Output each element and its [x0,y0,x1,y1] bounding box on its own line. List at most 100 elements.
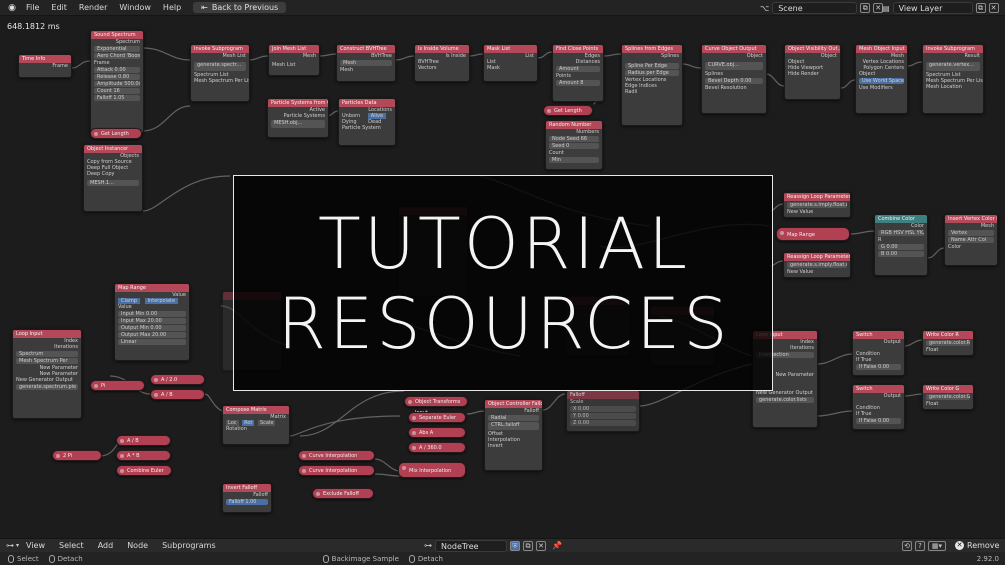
mesh-object-input-node[interactable]: Mesh Object Input Mesh Vertex Locations … [855,44,908,114]
bvhtree-source-dropdown[interactable]: Mesh [340,60,392,66]
attribute-name-field[interactable]: Name Attr Col [948,237,994,243]
menu-select[interactable]: Select [52,541,91,550]
back-to-previous-button[interactable]: ⇤ Back to Previous [193,2,287,13]
scale-toggle[interactable]: Scale [257,420,276,426]
invert-falloff-field[interactable]: Falloff 1.00 [226,499,268,505]
pin-icon[interactable]: 📌 [552,541,562,550]
release-field[interactable]: Release 0.80 [94,74,140,80]
abs-node[interactable]: Abs A [408,427,466,438]
exclude-falloff-node[interactable]: Exclude Falloff [312,488,374,499]
falloff-vector-node[interactable]: Falloff Scale X 0.00 Y 0.00 Z 0.00 [566,390,640,432]
deep-copy-checkbox[interactable]: Deep Copy [84,171,142,177]
output-min-field[interactable]: Output Min 0.00 [118,325,186,331]
falloff-z-field[interactable]: Z 0.00 [570,420,636,426]
map-range-collapsed-node[interactable]: Map Range [776,227,850,241]
interpolation-dropdown[interactable]: Linear [118,339,186,345]
loop-mesh-spectrum-field[interactable]: Mesh Spectrum Per [16,358,78,364]
use-world-space-checkbox[interactable]: Use World Space [859,78,904,84]
subprogram-selector-1[interactable]: generate.spectr... [194,62,246,71]
object-controller-falloff-node[interactable]: Object Controller Falloff Falloff Radial… [484,399,543,471]
object-visibility-node[interactable]: Object Visibility Out... Object Object H… [784,44,841,100]
menu-window[interactable]: Window [113,3,157,12]
get-length-node-2[interactable]: Get Length [543,105,593,116]
splines-from-edges-node[interactable]: Splines from Edges Splines Spline Per Ed… [621,44,683,126]
construct-bvhtree-node[interactable]: Construct BVHTree BVHTree Mesh Mesh [336,44,396,82]
falloff-type-dropdown[interactable]: Radial [488,415,539,421]
menu-edit[interactable]: Edit [45,3,73,12]
switch2-if-false-field[interactable]: If False 0.00 [856,418,901,424]
attack-field[interactable]: Attack 0.00 [94,67,140,73]
menu-view[interactable]: View [19,541,52,550]
write-color-r-node[interactable]: Write Color R generate.color.R Float [922,330,974,356]
multiply-b-node[interactable]: A * B [116,450,171,461]
menu-render[interactable]: Render [73,3,113,12]
insert-vertex-color-node[interactable]: Insert Vertex Color L... Mesh Vertex Nam… [944,214,998,266]
fake-user-shield-icon[interactable]: ⛨ [510,540,520,551]
reassign-loop-parameter-node-2[interactable]: Reassign Loop Parameter generate.s.imply… [783,252,851,278]
falloff-x-field[interactable]: X 0.00 [570,406,636,412]
duplicate-tree-icon[interactable]: ⧉ [523,540,533,551]
write-color-r-field[interactable]: generate.color.R [926,340,970,346]
node-tree-name-field[interactable]: NodeTree [435,539,507,552]
object-transforms-input-node[interactable]: Object Transforms Input [404,396,468,416]
find-close-points-node[interactable]: Find Close Points Edges Distances Amount… [552,44,604,102]
spline-per-edge-dropdown[interactable]: Spline Per Edge [625,63,679,69]
menu-help[interactable]: Help [157,3,187,12]
new-generator-output-button[interactable]: New Generator Output [13,377,81,383]
curve-interpolation-node-1[interactable]: Curve Interpolation [298,450,375,461]
mix-interpolation-node[interactable]: Mix Interpolation [398,462,466,478]
particles-data-node[interactable]: Particles Data Locations Unborn Alive Dy… [338,98,396,146]
count-field[interactable]: Count 16 [94,88,140,94]
radius-per-edge-dropdown[interactable]: Radius per Edge [625,70,679,76]
invert-falloff-node[interactable]: Invert Falloff Falloff Falloff 1.00 [222,483,272,513]
two-pi-node[interactable]: 2 Pi [52,450,102,461]
invert-checkbox[interactable]: Invert [485,443,542,449]
loop-spectrum-field[interactable]: Spectrum [16,351,78,357]
reassign-loop-parameter-node-1[interactable]: Reassign Loop Parameter generate.s.imply… [783,192,851,218]
node-seed-field[interactable]: Node Seed 66 [549,136,599,142]
g-field[interactable]: G 0.00 [878,244,924,250]
invoke-subprogram-node-2[interactable]: Invoke Subprogram Result generate.vertex… [922,44,984,114]
mask-list-node[interactable]: Mask List List List Mask [483,44,538,82]
loop-input-node[interactable]: Loop Input Index Iterations Spectrum Mes… [12,329,82,419]
input-max-field[interactable]: Input Max 20.00 [118,318,186,324]
switch1-if-false-field[interactable]: If False 0.00 [856,364,901,370]
view-layer-icon[interactable]: ▤ [882,4,890,13]
write-color-g-node[interactable]: Write Color G generate.color.G Float [922,384,974,410]
pi-node[interactable]: Pi [90,380,145,391]
loop-parameter-field-1[interactable]: generate.s.imply.float.B [787,202,847,208]
switch-node-2[interactable]: Switch Output Condition If True If False… [852,384,905,430]
amplitude-field[interactable]: Amplitude 500.00 [94,81,140,87]
color-mode-selector[interactable]: RGB HSV HSL YIQ [878,230,924,236]
switch-node-1[interactable]: Switch Output Condition If True If False… [852,330,905,376]
curve-object-output-node[interactable]: Curve Object Output Object CURVE.obj... … [701,44,767,114]
node-editor-canvas[interactable]: 648.1812 ms Time Info Frame Sound Spectr… [0,16,1005,538]
sound-spectrum-node[interactable]: Sound Spectrum Spectrum Exponential Aero… [90,30,144,134]
is-inside-volume-node[interactable]: Is Inside Volume Is Inside BVHTree Vecto… [414,44,470,82]
object-instancer-node[interactable]: Object Instancer Objects Copy from Sourc… [83,144,143,212]
curve-object-field[interactable]: CURVE.obj... [705,62,763,70]
loop2-generator-field[interactable]: generate.color.lists [756,397,814,403]
menu-file[interactable]: File [20,3,45,12]
get-length-node[interactable]: Get Length [90,128,142,139]
menu-add[interactable]: Add [91,541,121,550]
curve-interpolation-node-2[interactable]: Curve Interpolation [298,465,375,476]
view-layer-field[interactable]: View Layer [892,2,973,14]
divide-360-node[interactable]: A / 360.0 [408,442,466,453]
random-number-node[interactable]: Random Number Numbers Node Seed 66 Seed … [545,120,603,170]
blender-logo-icon[interactable]: ◉ [4,3,20,13]
sound-source-field[interactable]: Aero Chord 'Boom ... [94,53,140,59]
loop-generator-field[interactable]: generate.spectrum.pie [16,384,78,390]
invoke-subprogram-node-1[interactable]: Invoke Subprogram Mesh List generate.spe… [190,44,250,102]
mesh-object-field[interactable]: MESH.1... [87,180,139,186]
node-tree-icon[interactable]: ⊶ [424,541,432,550]
time-info-node[interactable]: Time Info Frame [18,54,72,78]
spectrum-mode-dropdown[interactable]: Exponential [94,46,140,52]
loop-parameter-field-2[interactable]: generate.s.imply.float.C [787,262,847,268]
divide-2-node[interactable]: A / 2.0 [150,374,205,385]
subprogram-selector-2[interactable]: generate.vertex... [926,62,980,71]
remove-button[interactable]: ✕ Remove [955,541,999,550]
b-field[interactable]: B 0.00 [878,251,924,257]
separate-euler-node[interactable]: Separate Euler [408,412,466,423]
controller-object-field[interactable]: CTRL.falloff [488,422,539,430]
